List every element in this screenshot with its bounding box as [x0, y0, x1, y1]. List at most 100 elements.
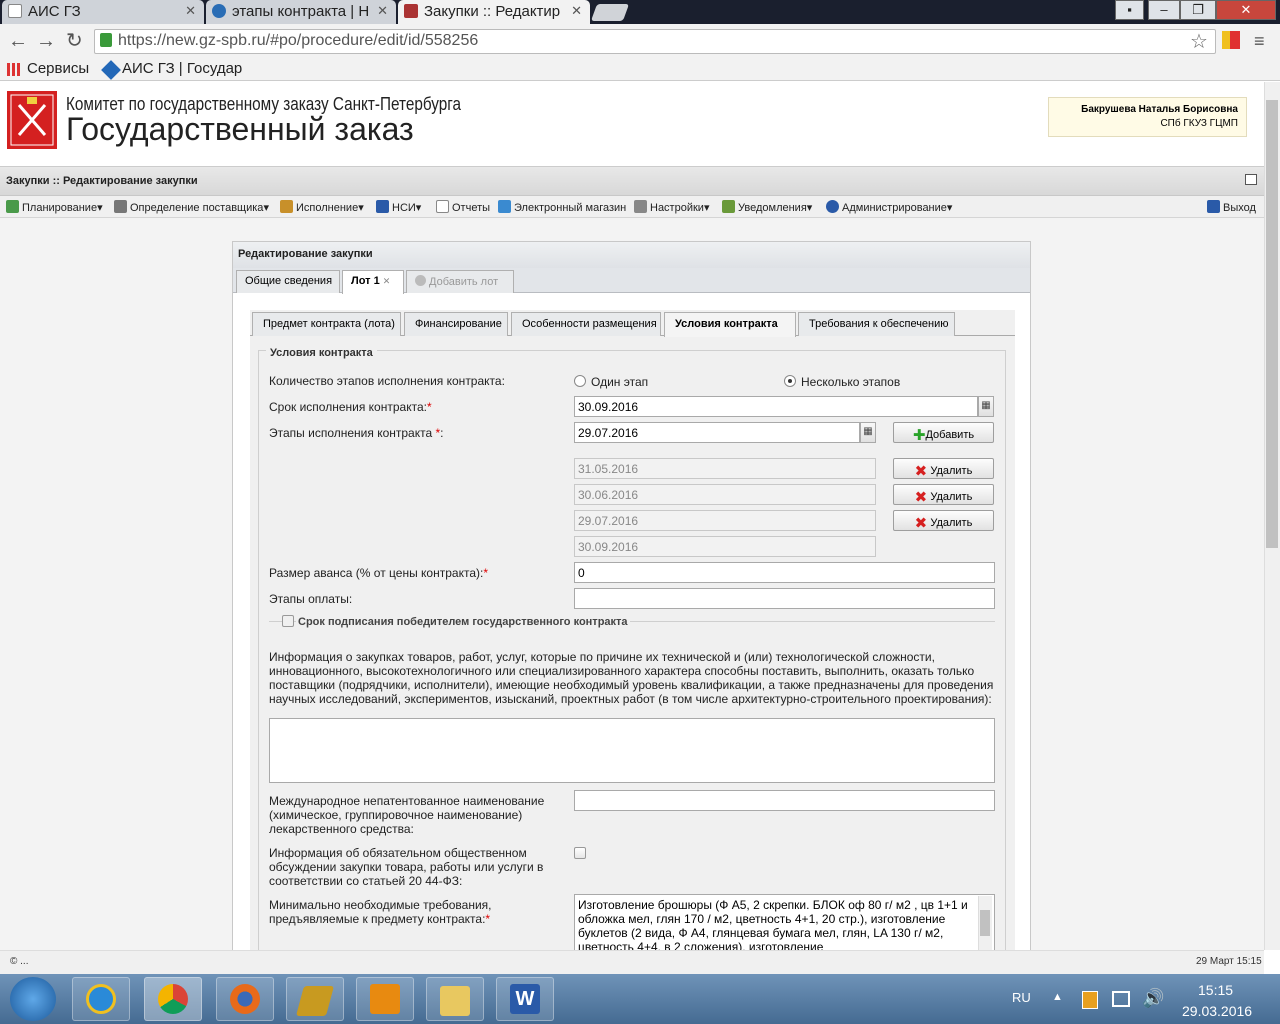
requirements-textarea[interactable]: Изготовление брошюры (Ф А5, 2 скрепки. Б… — [574, 894, 995, 954]
requirements-label-text: Минимально необходимые требования, предъ… — [269, 898, 492, 926]
outlook-taskbar-button[interactable] — [356, 977, 414, 1021]
menu-admin[interactable]: Администрирование▾ — [826, 200, 952, 214]
textarea-scroll-thumb[interactable] — [980, 910, 990, 936]
add-stage-button[interactable]: ✚Добавить — [893, 422, 994, 444]
volume-icon[interactable]: 🔊 — [1142, 988, 1164, 1009]
specialized-info-textarea[interactable] — [269, 718, 995, 783]
tab-placement[interactable]: Особенности размещения — [511, 312, 661, 336]
advance-label: Размер аванса (% от цены контракта):* — [269, 566, 488, 580]
tab-security[interactable]: Требования к обеспечению — [798, 312, 955, 336]
bookmark-services[interactable]: Сервисы — [27, 60, 89, 77]
discussion-checkbox[interactable] — [574, 847, 586, 859]
wrench-icon — [634, 200, 647, 213]
menu-notifications[interactable]: Уведомления▾ — [722, 200, 812, 214]
inn-input[interactable] — [574, 790, 995, 811]
menu-icon[interactable]: ≡ — [1254, 31, 1265, 52]
reload-icon[interactable]: ↻ — [66, 30, 83, 52]
ie-icon — [86, 984, 116, 1014]
menu-settings[interactable]: Настройки▾ — [634, 200, 709, 214]
term-date-input[interactable]: 30.09.2016 — [574, 396, 978, 417]
button-label: Добавить — [925, 429, 975, 441]
chrome-taskbar-button[interactable] — [144, 977, 202, 1021]
delete-stage-button[interactable]: ✖ Удалить — [893, 510, 994, 532]
tab-contract-conditions[interactable]: Условия контракта — [664, 312, 796, 337]
network-icon[interactable] — [1112, 991, 1130, 1007]
status-left: © ... — [10, 956, 29, 967]
tab-financing[interactable]: Финансирование — [404, 312, 508, 336]
tab-add-lot[interactable]: Добавить лот — [406, 270, 514, 293]
panel-title: Редактирование закупки — [238, 248, 373, 260]
delete-stage-button[interactable]: ✖ Удалить — [893, 484, 994, 506]
menu-label: Настройки — [650, 202, 704, 214]
calendar-icon[interactable]: ▦ — [978, 396, 994, 417]
signing-term-label: Срок подписания победителем государствен… — [296, 615, 630, 629]
close-tab-icon[interactable]: ✕ — [383, 276, 391, 286]
tab-subject[interactable]: Предмет контракта (лота) — [252, 312, 401, 336]
required-mark: * — [435, 426, 441, 440]
clock-time[interactable]: 15:15 — [1198, 982, 1233, 998]
required-mark: * — [483, 566, 488, 580]
apps-icon — [7, 63, 20, 76]
advance-label-text: Размер аванса (% от цены контракта): — [269, 566, 484, 580]
collapse-icon[interactable] — [1245, 174, 1257, 185]
close-tab-icon[interactable]: ✕ — [185, 3, 196, 19]
menu-eshop[interactable]: Электронный магазин — [498, 200, 626, 214]
site-title: Государственный заказ — [66, 111, 414, 147]
close-tab-icon[interactable]: ✕ — [571, 3, 582, 19]
bookmark-ais-gz[interactable]: АИС ГЗ | Государ — [122, 60, 242, 77]
menu-supplier[interactable]: Определение поставщика▾ — [114, 200, 269, 214]
menu-label: Планирование — [22, 202, 98, 214]
browser-tab-3-active[interactable]: Закупки :: Редактир ✕ — [398, 0, 590, 24]
back-arrow-icon[interactable]: ← — [8, 30, 28, 52]
delete-x-icon: ✖ — [914, 489, 928, 506]
clock-date[interactable]: 29.03.2016 — [1182, 1003, 1252, 1019]
new-tab-button[interactable] — [590, 4, 630, 21]
browser-tab-1[interactable]: АИС ГЗ ✕ — [2, 0, 204, 24]
inn-label: Международное непатентованное наименован… — [269, 794, 545, 836]
logout-button[interactable]: Выход — [1207, 200, 1256, 214]
extension-icon-2[interactable] — [1230, 31, 1240, 49]
payment-stages-input[interactable] — [574, 588, 995, 609]
browser-tab-2[interactable]: этапы контракта | Н ✕ — [206, 0, 396, 24]
explorer-taskbar-button[interactable] — [426, 977, 484, 1021]
restore-button[interactable]: ❐ — [1180, 0, 1216, 20]
tab-lot-1[interactable]: Лот 1 ✕ — [342, 270, 404, 294]
advance-input[interactable]: 0 — [574, 562, 995, 583]
menu-reports[interactable]: Отчеты — [436, 200, 490, 214]
word-taskbar-button[interactable]: W — [496, 977, 554, 1021]
close-window-button[interactable]: ✕ — [1216, 0, 1276, 20]
lock-icon — [100, 33, 112, 47]
radio-multiple-stages[interactable] — [784, 375, 796, 387]
menu-planning[interactable]: Планирование▾ — [6, 200, 103, 214]
tab-general[interactable]: Общие сведения — [236, 270, 340, 293]
logout-icon — [1207, 200, 1220, 213]
button-label: Удалить — [930, 465, 973, 477]
radio-one-stage[interactable] — [574, 375, 586, 387]
payment-stages-label: Этапы оплаты: — [269, 592, 353, 606]
page-scroll-thumb[interactable] — [1266, 100, 1278, 548]
ie-taskbar-button[interactable] — [72, 977, 130, 1021]
extension-icon[interactable] — [1222, 31, 1230, 49]
close-tab-icon[interactable]: ✕ — [377, 3, 388, 19]
menu-nsi[interactable]: НСИ▾ — [376, 200, 421, 214]
minimize-button[interactable]: – — [1148, 0, 1180, 20]
start-button[interactable] — [10, 977, 56, 1021]
stage-date-input[interactable]: 29.07.2016 — [574, 422, 860, 443]
menu-label: Уведомления — [738, 202, 807, 214]
star-icon[interactable]: ☆ — [1190, 29, 1208, 54]
delete-stage-button[interactable]: ✖ Удалить — [893, 458, 994, 480]
forward-arrow-icon[interactable]: → — [36, 30, 56, 52]
tray-arrow-icon[interactable]: ▲ — [1052, 991, 1063, 1003]
gear-icon — [114, 200, 127, 213]
signing-term-checkbox[interactable] — [282, 615, 294, 627]
outlook-tray-icon[interactable] — [1082, 991, 1098, 1009]
firefox-icon — [230, 984, 260, 1014]
language-indicator[interactable]: RU — [1012, 990, 1031, 1005]
menu-execution[interactable]: Исполнение▾ — [280, 200, 364, 214]
stages-label: Этапы исполнения контракта *: — [269, 426, 444, 440]
firefox-taskbar-button[interactable] — [216, 977, 274, 1021]
user-icon[interactable]: ▪ — [1115, 0, 1144, 20]
url-text[interactable]: https://new.gz-spb.ru/#po/procedure/edit… — [118, 32, 478, 50]
app-taskbar-button[interactable] — [286, 977, 344, 1021]
calendar-icon[interactable]: ▦ — [860, 422, 876, 443]
